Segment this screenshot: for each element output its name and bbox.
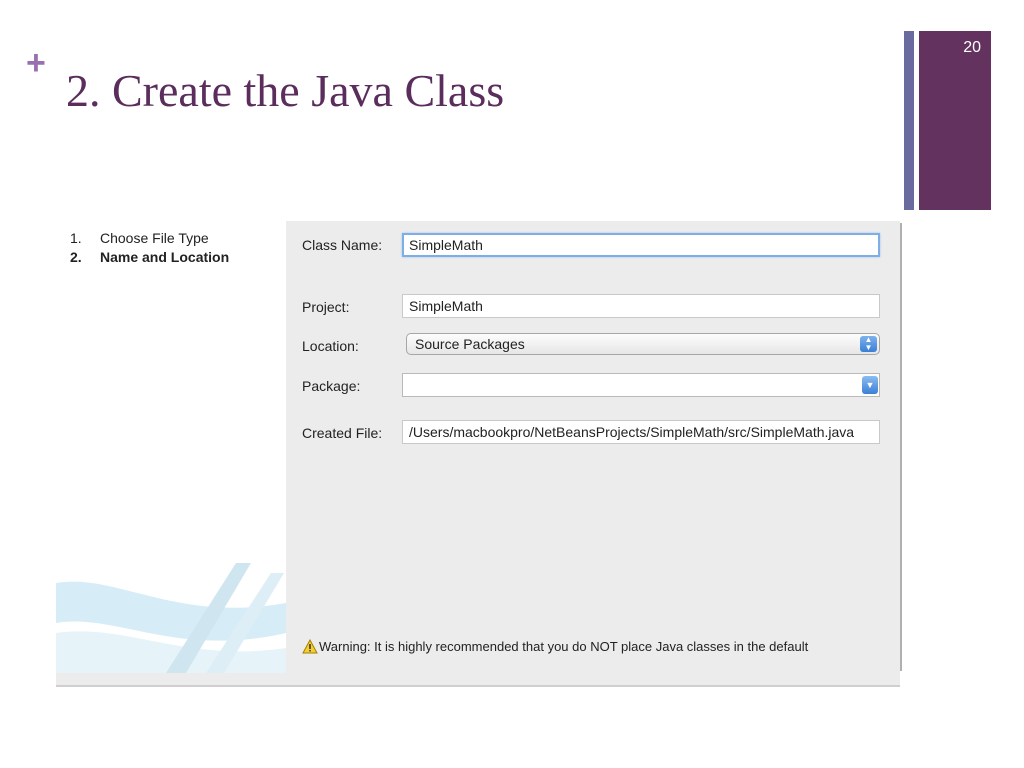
wizard-step-number: 1. bbox=[70, 230, 82, 246]
slide-title: 2. Create the Java Class bbox=[66, 65, 505, 116]
created-file-field: /Users/macbookpro/NetBeansProjects/Simpl… bbox=[402, 420, 880, 444]
package-combobox[interactable]: ▼ bbox=[402, 373, 880, 397]
class-name-input[interactable]: SimpleMath bbox=[402, 233, 880, 257]
package-label: Package: bbox=[302, 378, 361, 394]
wizard-steps-list: 1. Choose File Type 2. Name and Location bbox=[56, 221, 286, 267]
accent-block: 20 bbox=[919, 31, 991, 210]
wizard-step-number: 2. bbox=[70, 249, 82, 265]
wizard-step: 1. Choose File Type bbox=[70, 229, 286, 248]
created-file-label: Created File: bbox=[302, 425, 383, 441]
updown-arrows-icon: ▲ ▼ bbox=[860, 336, 877, 352]
plus-bullet: + bbox=[26, 44, 46, 82]
created-file-path: /Users/macbookpro/NetBeansProjects/Simpl… bbox=[409, 424, 855, 440]
project-label: Project: bbox=[302, 299, 350, 315]
accent-bar-thin bbox=[904, 31, 914, 210]
netbeans-swoosh-graphic bbox=[56, 563, 286, 673]
new-java-class-dialog: 1. Choose File Type 2. Name and Location Cl… bbox=[56, 221, 902, 687]
slide-number: 20 bbox=[963, 39, 981, 56]
panel-edge bbox=[900, 223, 902, 671]
location-selected-value: Source Packages bbox=[415, 336, 525, 352]
wizard-step-label: Name and Location bbox=[100, 249, 230, 265]
location-select[interactable]: Source Packages ▲ ▼ bbox=[406, 333, 880, 355]
package-value bbox=[403, 371, 415, 393]
wizard-step-label: Choose File Type bbox=[100, 230, 209, 246]
warning-icon bbox=[302, 639, 318, 654]
dropdown-arrow-icon[interactable]: ▼ bbox=[862, 376, 878, 394]
wizard-steps-panel: 1. Choose File Type 2. Name and Location bbox=[56, 221, 286, 673]
form-panel: Class Name: SimpleMath Project: SimpleMa… bbox=[288, 221, 902, 685]
location-label: Location: bbox=[302, 338, 359, 354]
wizard-step: 2. Name and Location bbox=[70, 248, 286, 267]
warning-text: Warning: It is highly recommended that y… bbox=[319, 639, 809, 654]
class-name-label: Class Name: bbox=[302, 237, 383, 253]
project-field: SimpleMath bbox=[402, 294, 880, 318]
warning-message: Warning: It is highly recommended that y… bbox=[302, 639, 887, 654]
